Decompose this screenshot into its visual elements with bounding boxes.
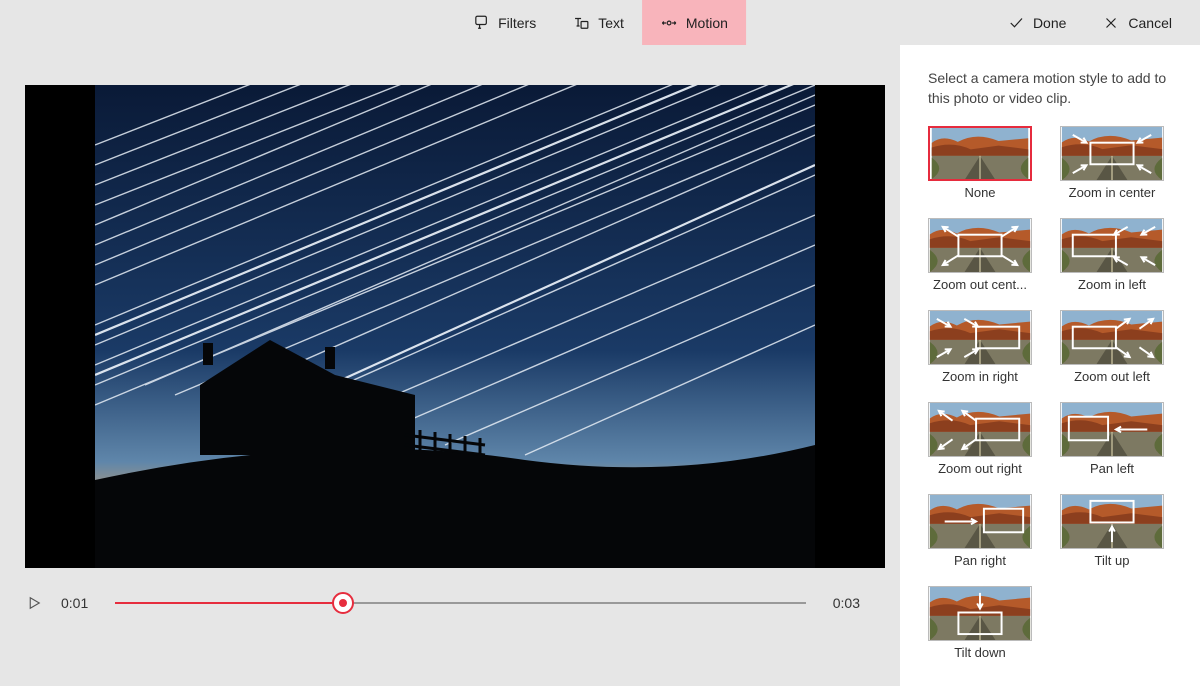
motion-thumb-zoom-in-left [1060,218,1164,273]
motion-option-zoom-in-left[interactable]: Zoom in left [1060,218,1164,300]
editor-body: 0:01 0:03 Select a camera motion style t… [0,45,1200,686]
motion-option-zoom-in-center[interactable]: Zoom in center [1060,126,1164,208]
motion-label-pan-left: Pan left [1060,461,1164,476]
motion-thumb-zoom-out-center [928,218,1032,273]
motion-label-zoom-in-right: Zoom in right [928,369,1032,384]
motion-thumb-tilt-down [928,586,1032,641]
motion-overlay-icon [929,403,1031,457]
play-button[interactable] [25,594,43,612]
motion-overlay-icon [1061,403,1163,457]
motion-options-grid: None Zoom in center Zoom out cent... [928,126,1184,668]
motion-label-zoom-in-center: Zoom in center [1060,185,1164,200]
check-icon [1007,14,1025,32]
playback-controls: 0:01 0:03 [25,568,885,638]
motion-label-zoom-in-left: Zoom in left [1060,277,1164,292]
motion-option-zoom-in-right[interactable]: Zoom in right [928,310,1032,392]
motion-option-zoom-out-right[interactable]: Zoom out right [928,402,1032,484]
motion-option-zoom-out-center[interactable]: Zoom out cent... [928,218,1032,300]
motion-option-pan-left[interactable]: Pan left [1060,402,1164,484]
motion-thumb-zoom-out-right [928,402,1032,457]
done-button-label: Done [1033,15,1066,31]
motion-label-zoom-out-center: Zoom out cent... [928,277,1032,292]
filters-icon [472,14,490,32]
motion-overlay-icon [1061,127,1163,181]
motion-sidebar: Select a camera motion style to add to t… [900,45,1200,686]
motion-tab[interactable]: Motion [642,0,746,45]
motion-label-pan-right: Pan right [928,553,1032,568]
video-editor-motion-panel: Filters Text Motion Done [0,0,1200,686]
total-time: 0:03 [824,595,860,611]
motion-option-none[interactable]: None [928,126,1032,208]
motion-thumb-pan-left [1060,402,1164,457]
text-tab[interactable]: Text [554,0,642,45]
preview-image [25,85,885,568]
top-toolbar: Filters Text Motion Done [0,0,1200,45]
cancel-button[interactable]: Cancel [1084,0,1190,45]
motion-overlay-icon [1061,219,1163,273]
text-tab-label: Text [598,15,624,31]
filters-tab[interactable]: Filters [454,0,554,45]
motion-option-pan-right[interactable]: Pan right [928,494,1032,576]
preview-column: 0:01 0:03 [0,45,900,686]
motion-overlay-icon [1061,311,1163,365]
motion-icon [660,14,678,32]
motion-label-tilt-down: Tilt down [928,645,1032,660]
video-preview[interactable] [25,85,885,568]
motion-label-tilt-up: Tilt up [1060,553,1164,568]
motion-thumb-zoom-in-right [928,310,1032,365]
current-time: 0:01 [61,595,97,611]
motion-thumb-none [928,126,1032,181]
toolbar-right-group: Done Cancel [989,0,1190,45]
seek-track-fill [115,602,343,604]
motion-label-zoom-out-right: Zoom out right [928,461,1032,476]
close-icon [1102,14,1120,32]
motion-option-zoom-out-left[interactable]: Zoom out left [1060,310,1164,392]
motion-overlay-icon [930,128,1030,181]
done-button[interactable]: Done [989,0,1084,45]
toolbar-center-group: Filters Text Motion [454,0,746,45]
sidebar-title: Select a camera motion style to add to t… [928,69,1184,108]
motion-overlay-icon [929,311,1031,365]
motion-label-zoom-out-left: Zoom out left [1060,369,1164,384]
motion-overlay-icon [929,219,1031,273]
motion-thumb-zoom-in-center [1060,126,1164,181]
motion-overlay-icon [929,587,1031,641]
motion-option-tilt-down[interactable]: Tilt down [928,586,1032,668]
motion-label-none: None [928,185,1032,200]
motion-thumb-pan-right [928,494,1032,549]
seek-slider[interactable] [115,593,806,613]
motion-overlay-icon [1061,495,1163,549]
cancel-button-label: Cancel [1128,15,1172,31]
motion-overlay-icon [929,495,1031,549]
motion-thumb-tilt-up [1060,494,1164,549]
motion-option-tilt-up[interactable]: Tilt up [1060,494,1164,576]
filters-tab-label: Filters [498,15,536,31]
text-icon [572,14,590,32]
seek-thumb[interactable] [332,592,354,614]
motion-thumb-zoom-out-left [1060,310,1164,365]
motion-tab-label: Motion [686,15,728,31]
